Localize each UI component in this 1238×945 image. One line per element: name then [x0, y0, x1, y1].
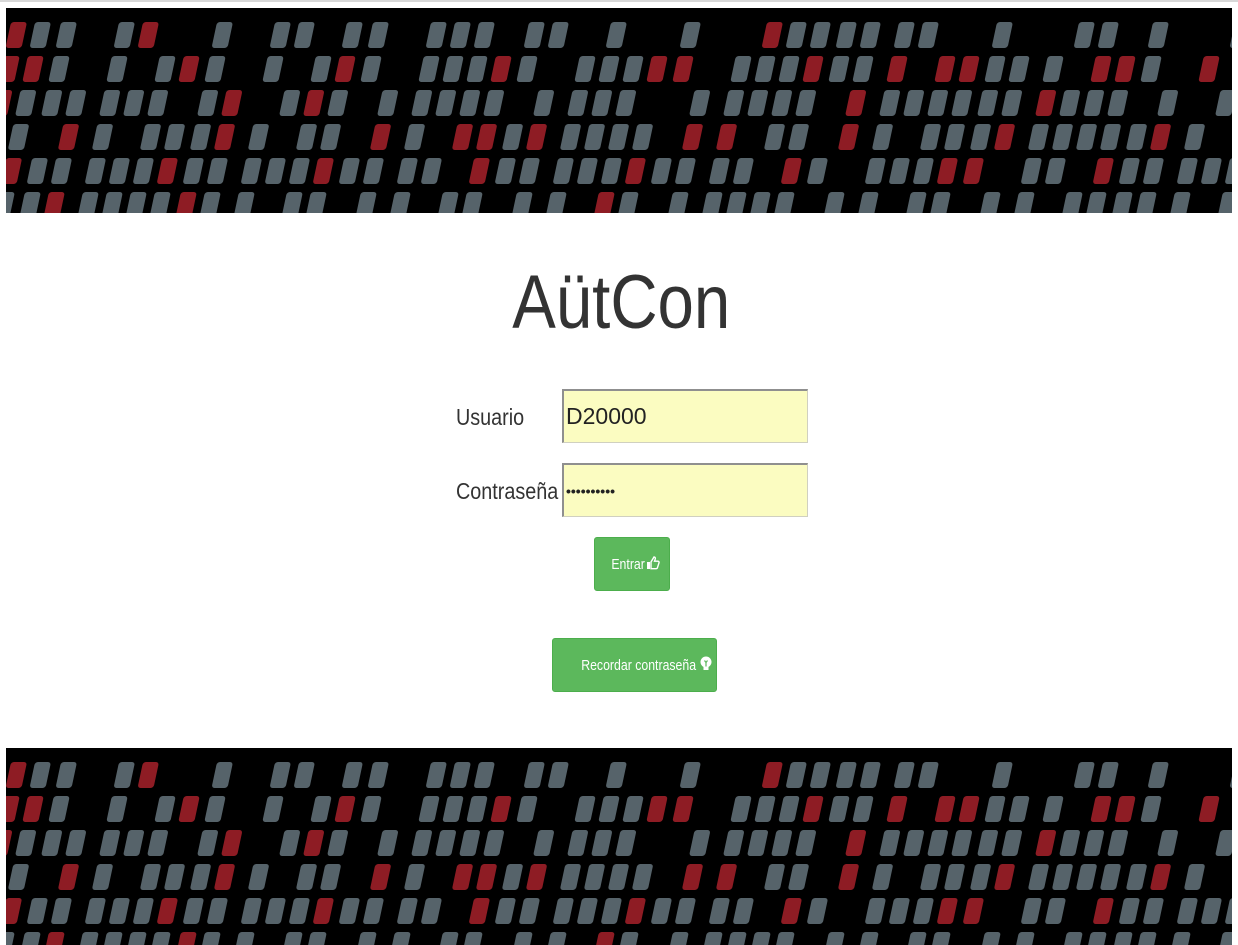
username-label: Usuario — [456, 404, 525, 430]
header-banner-pattern — [6, 8, 1232, 213]
password-label: Contraseña — [456, 478, 559, 504]
remember-password-button[interactable]: Recordar contraseña — [552, 638, 717, 692]
password-input[interactable] — [562, 463, 808, 517]
top-border-line — [0, 0, 1238, 2]
enter-button[interactable]: Entrar — [594, 537, 670, 591]
lightbulb-icon — [699, 656, 713, 674]
thumbs-up-icon — [646, 556, 661, 572]
enter-button-label: Entrar — [610, 555, 645, 573]
footer-banner — [6, 748, 1232, 945]
app-title: AütCon — [512, 260, 731, 345]
header-banner — [6, 8, 1232, 213]
footer-banner-pattern — [6, 748, 1232, 945]
remember-password-label: Recordar contraseña — [581, 656, 697, 674]
username-input[interactable] — [562, 389, 808, 443]
